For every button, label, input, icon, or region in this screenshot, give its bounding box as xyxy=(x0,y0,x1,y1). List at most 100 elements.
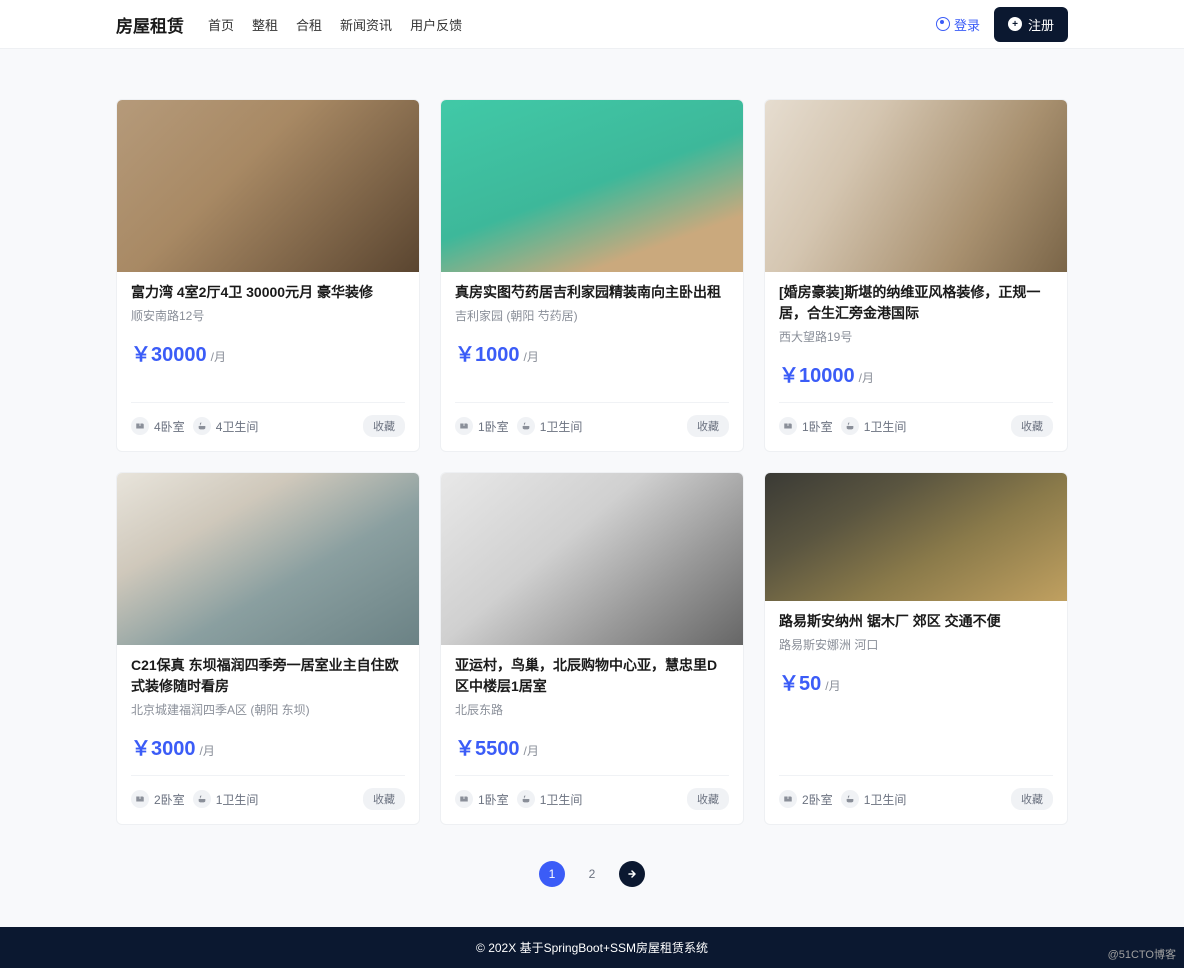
pagination: 1 2 xyxy=(116,861,1068,887)
bath-icon xyxy=(517,790,535,808)
user-icon xyxy=(936,17,950,31)
listing-title: 富力湾 4室2厅4卫 30000元月 豪华装修 xyxy=(131,282,405,303)
signup-label: 注册 xyxy=(1028,15,1054,34)
listing-title: 亚运村，鸟巢，北辰购物中心亚，慧忠里D区中楼层1居室 xyxy=(455,655,729,697)
main-nav: 首页 整租 合租 新闻资讯 用户反馈 xyxy=(208,15,936,34)
login-link[interactable]: 登录 xyxy=(936,15,980,34)
listing-title: 路易斯安纳州 锯木厂 郊区 交通不便 xyxy=(779,611,1053,632)
listing-image xyxy=(441,473,743,645)
bath-icon xyxy=(517,417,535,435)
bathrooms-label: 1卫生间 xyxy=(864,418,907,435)
listing-price: ￥50 /月 xyxy=(779,667,1053,696)
nav-shared-rent[interactable]: 合租 xyxy=(296,15,322,34)
arrow-right-icon xyxy=(627,869,637,879)
bedrooms-label: 4卧室 xyxy=(154,418,185,435)
listing-location: 北辰东路 xyxy=(455,701,729,718)
listing-price: ￥1000 /月 xyxy=(455,338,729,367)
price-value: ￥10000 xyxy=(779,359,855,388)
bath-icon xyxy=(841,417,859,435)
price-unit: /月 xyxy=(524,348,539,365)
listing-price: ￥10000 /月 xyxy=(779,359,1053,388)
bathrooms-spec: 1卫生间 xyxy=(517,417,583,435)
favorite-button[interactable]: 收藏 xyxy=(363,788,405,810)
bedrooms-label: 1卧室 xyxy=(478,791,509,808)
nav-feedback[interactable]: 用户反馈 xyxy=(410,15,462,34)
listing-card[interactable]: 亚运村，鸟巢，北辰购物中心亚，慧忠里D区中楼层1居室 北辰东路 ￥5500 /月… xyxy=(440,472,744,825)
favorite-button[interactable]: 收藏 xyxy=(1011,788,1053,810)
listing-location: 西大望路19号 xyxy=(779,328,1053,345)
bedrooms-label: 1卧室 xyxy=(478,418,509,435)
favorite-button[interactable]: 收藏 xyxy=(687,788,729,810)
bedrooms-label: 2卧室 xyxy=(154,791,185,808)
bath-icon xyxy=(841,790,859,808)
listing-card[interactable]: [婚房豪装]斯堪的纳维亚风格装修，正规一居，合生汇旁金港国际 西大望路19号 ￥… xyxy=(764,99,1068,452)
favorite-button[interactable]: 收藏 xyxy=(363,415,405,437)
bath-icon xyxy=(193,417,211,435)
nav-whole-rent[interactable]: 整租 xyxy=(252,15,278,34)
listing-price: ￥30000 /月 xyxy=(131,338,405,367)
listing-card[interactable]: 富力湾 4室2厅4卫 30000元月 豪华装修 顺安南路12号 ￥30000 /… xyxy=(116,99,420,452)
listing-location: 路易斯安娜洲 河口 xyxy=(779,636,1053,653)
favorite-button[interactable]: 收藏 xyxy=(687,415,729,437)
price-value: ￥3000 xyxy=(131,732,196,761)
listing-card[interactable]: C21保真 东坝福润四季旁一居室业主自住欧式装修随时看房 北京城建福润四季A区 … xyxy=(116,472,420,825)
bathrooms-spec: 1卫生间 xyxy=(841,790,907,808)
footer: © 202X 基于SpringBoot+SSM房屋租赁系统 xyxy=(0,927,1184,968)
login-label: 登录 xyxy=(954,15,980,34)
page-next-button[interactable] xyxy=(619,861,645,887)
bathrooms-spec: 1卫生间 xyxy=(193,790,259,808)
price-value: ￥5500 xyxy=(455,732,520,761)
listing-title: C21保真 东坝福润四季旁一居室业主自住欧式装修随时看房 xyxy=(131,655,405,697)
listing-price: ￥3000 /月 xyxy=(131,732,405,761)
favorite-button[interactable]: 收藏 xyxy=(1011,415,1053,437)
main-content: 富力湾 4室2厅4卫 30000元月 豪华装修 顺安南路12号 ￥30000 /… xyxy=(112,49,1072,927)
bed-icon xyxy=(455,417,473,435)
bedrooms-spec: 1卧室 xyxy=(455,790,509,808)
listing-image xyxy=(117,100,419,272)
page-1-button[interactable]: 1 xyxy=(539,861,565,887)
bed-icon xyxy=(131,790,149,808)
watermark: @51CTO博客 xyxy=(1108,946,1176,962)
bathrooms-spec: 1卫生间 xyxy=(517,790,583,808)
bedrooms-spec: 4卧室 xyxy=(131,417,185,435)
bathrooms-label: 1卫生间 xyxy=(540,791,583,808)
bathrooms-spec: 4卫生间 xyxy=(193,417,259,435)
price-value: ￥50 xyxy=(779,667,821,696)
bathrooms-spec: 1卫生间 xyxy=(841,417,907,435)
header: 房屋租赁 首页 整租 合租 新闻资讯 用户反馈 登录 + 注册 xyxy=(0,0,1184,49)
price-unit: /月 xyxy=(524,742,539,759)
listing-title: [婚房豪装]斯堪的纳维亚风格装修，正规一居，合生汇旁金港国际 xyxy=(779,282,1053,324)
bedrooms-label: 1卧室 xyxy=(802,418,833,435)
page-2-button[interactable]: 2 xyxy=(579,861,605,887)
bathrooms-label: 1卫生间 xyxy=(864,791,907,808)
price-unit: /月 xyxy=(200,742,215,759)
footer-text: © 202X 基于SpringBoot+SSM房屋租赁系统 xyxy=(476,941,708,955)
bath-icon xyxy=(193,790,211,808)
bedrooms-spec: 2卧室 xyxy=(131,790,185,808)
bedrooms-spec: 1卧室 xyxy=(455,417,509,435)
listing-card[interactable]: 真房实图芍药居吉利家园精装南向主卧出租 吉利家园 (朝阳 芍药居) ￥1000 … xyxy=(440,99,744,452)
bed-icon xyxy=(779,790,797,808)
bed-icon xyxy=(131,417,149,435)
bed-icon xyxy=(455,790,473,808)
nav-home[interactable]: 首页 xyxy=(208,15,234,34)
listing-title: 真房实图芍药居吉利家园精装南向主卧出租 xyxy=(455,282,729,303)
nav-news[interactable]: 新闻资讯 xyxy=(340,15,392,34)
price-unit: /月 xyxy=(211,348,226,365)
listing-location: 北京城建福润四季A区 (朝阳 东坝) xyxy=(131,701,405,718)
bedrooms-label: 2卧室 xyxy=(802,791,833,808)
listing-image xyxy=(765,473,1067,601)
listing-card[interactable]: 路易斯安纳州 锯木厂 郊区 交通不便 路易斯安娜洲 河口 ￥50 /月 2卧室 … xyxy=(764,472,1068,825)
price-value: ￥30000 xyxy=(131,338,207,367)
listing-price: ￥5500 /月 xyxy=(455,732,729,761)
bathrooms-label: 4卫生间 xyxy=(216,418,259,435)
bathrooms-label: 1卫生间 xyxy=(216,791,259,808)
plus-icon: + xyxy=(1008,17,1022,31)
price-unit: /月 xyxy=(825,677,840,694)
listing-image xyxy=(117,473,419,645)
listing-location: 顺安南路12号 xyxy=(131,307,405,324)
listing-image xyxy=(765,100,1067,272)
signup-button[interactable]: + 注册 xyxy=(994,7,1068,42)
bedrooms-spec: 1卧室 xyxy=(779,417,833,435)
price-unit: /月 xyxy=(859,369,874,386)
